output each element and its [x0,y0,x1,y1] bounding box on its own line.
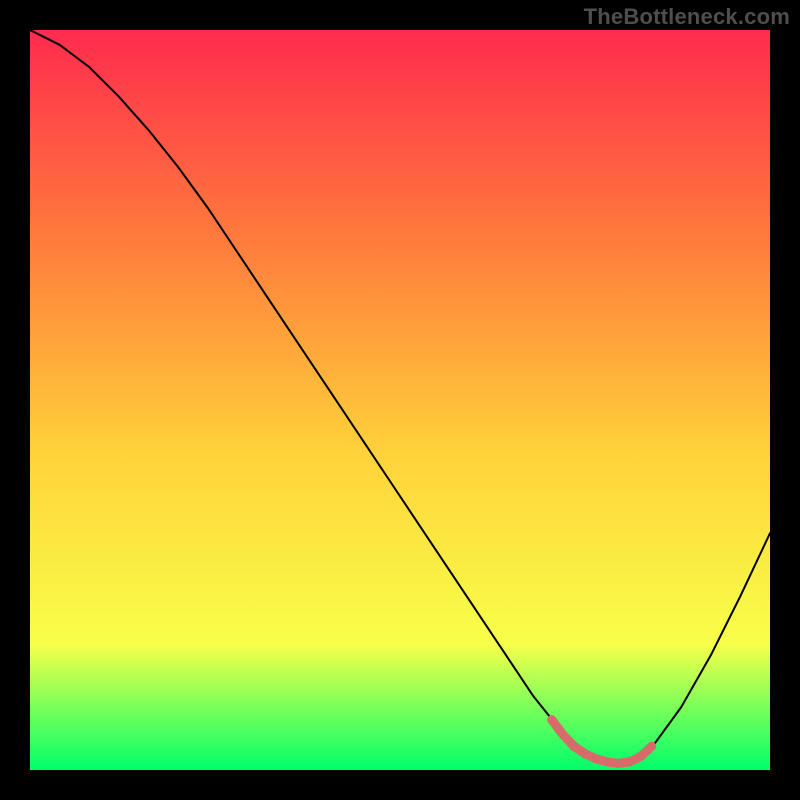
marker-dot [547,715,556,724]
marker-dot [647,742,656,751]
gradient-background [30,30,770,770]
chart-frame: TheBottleneck.com [0,0,800,800]
watermark-text: TheBottleneck.com [584,4,790,30]
bottleneck-chart [30,30,770,770]
plot-area [30,30,770,770]
